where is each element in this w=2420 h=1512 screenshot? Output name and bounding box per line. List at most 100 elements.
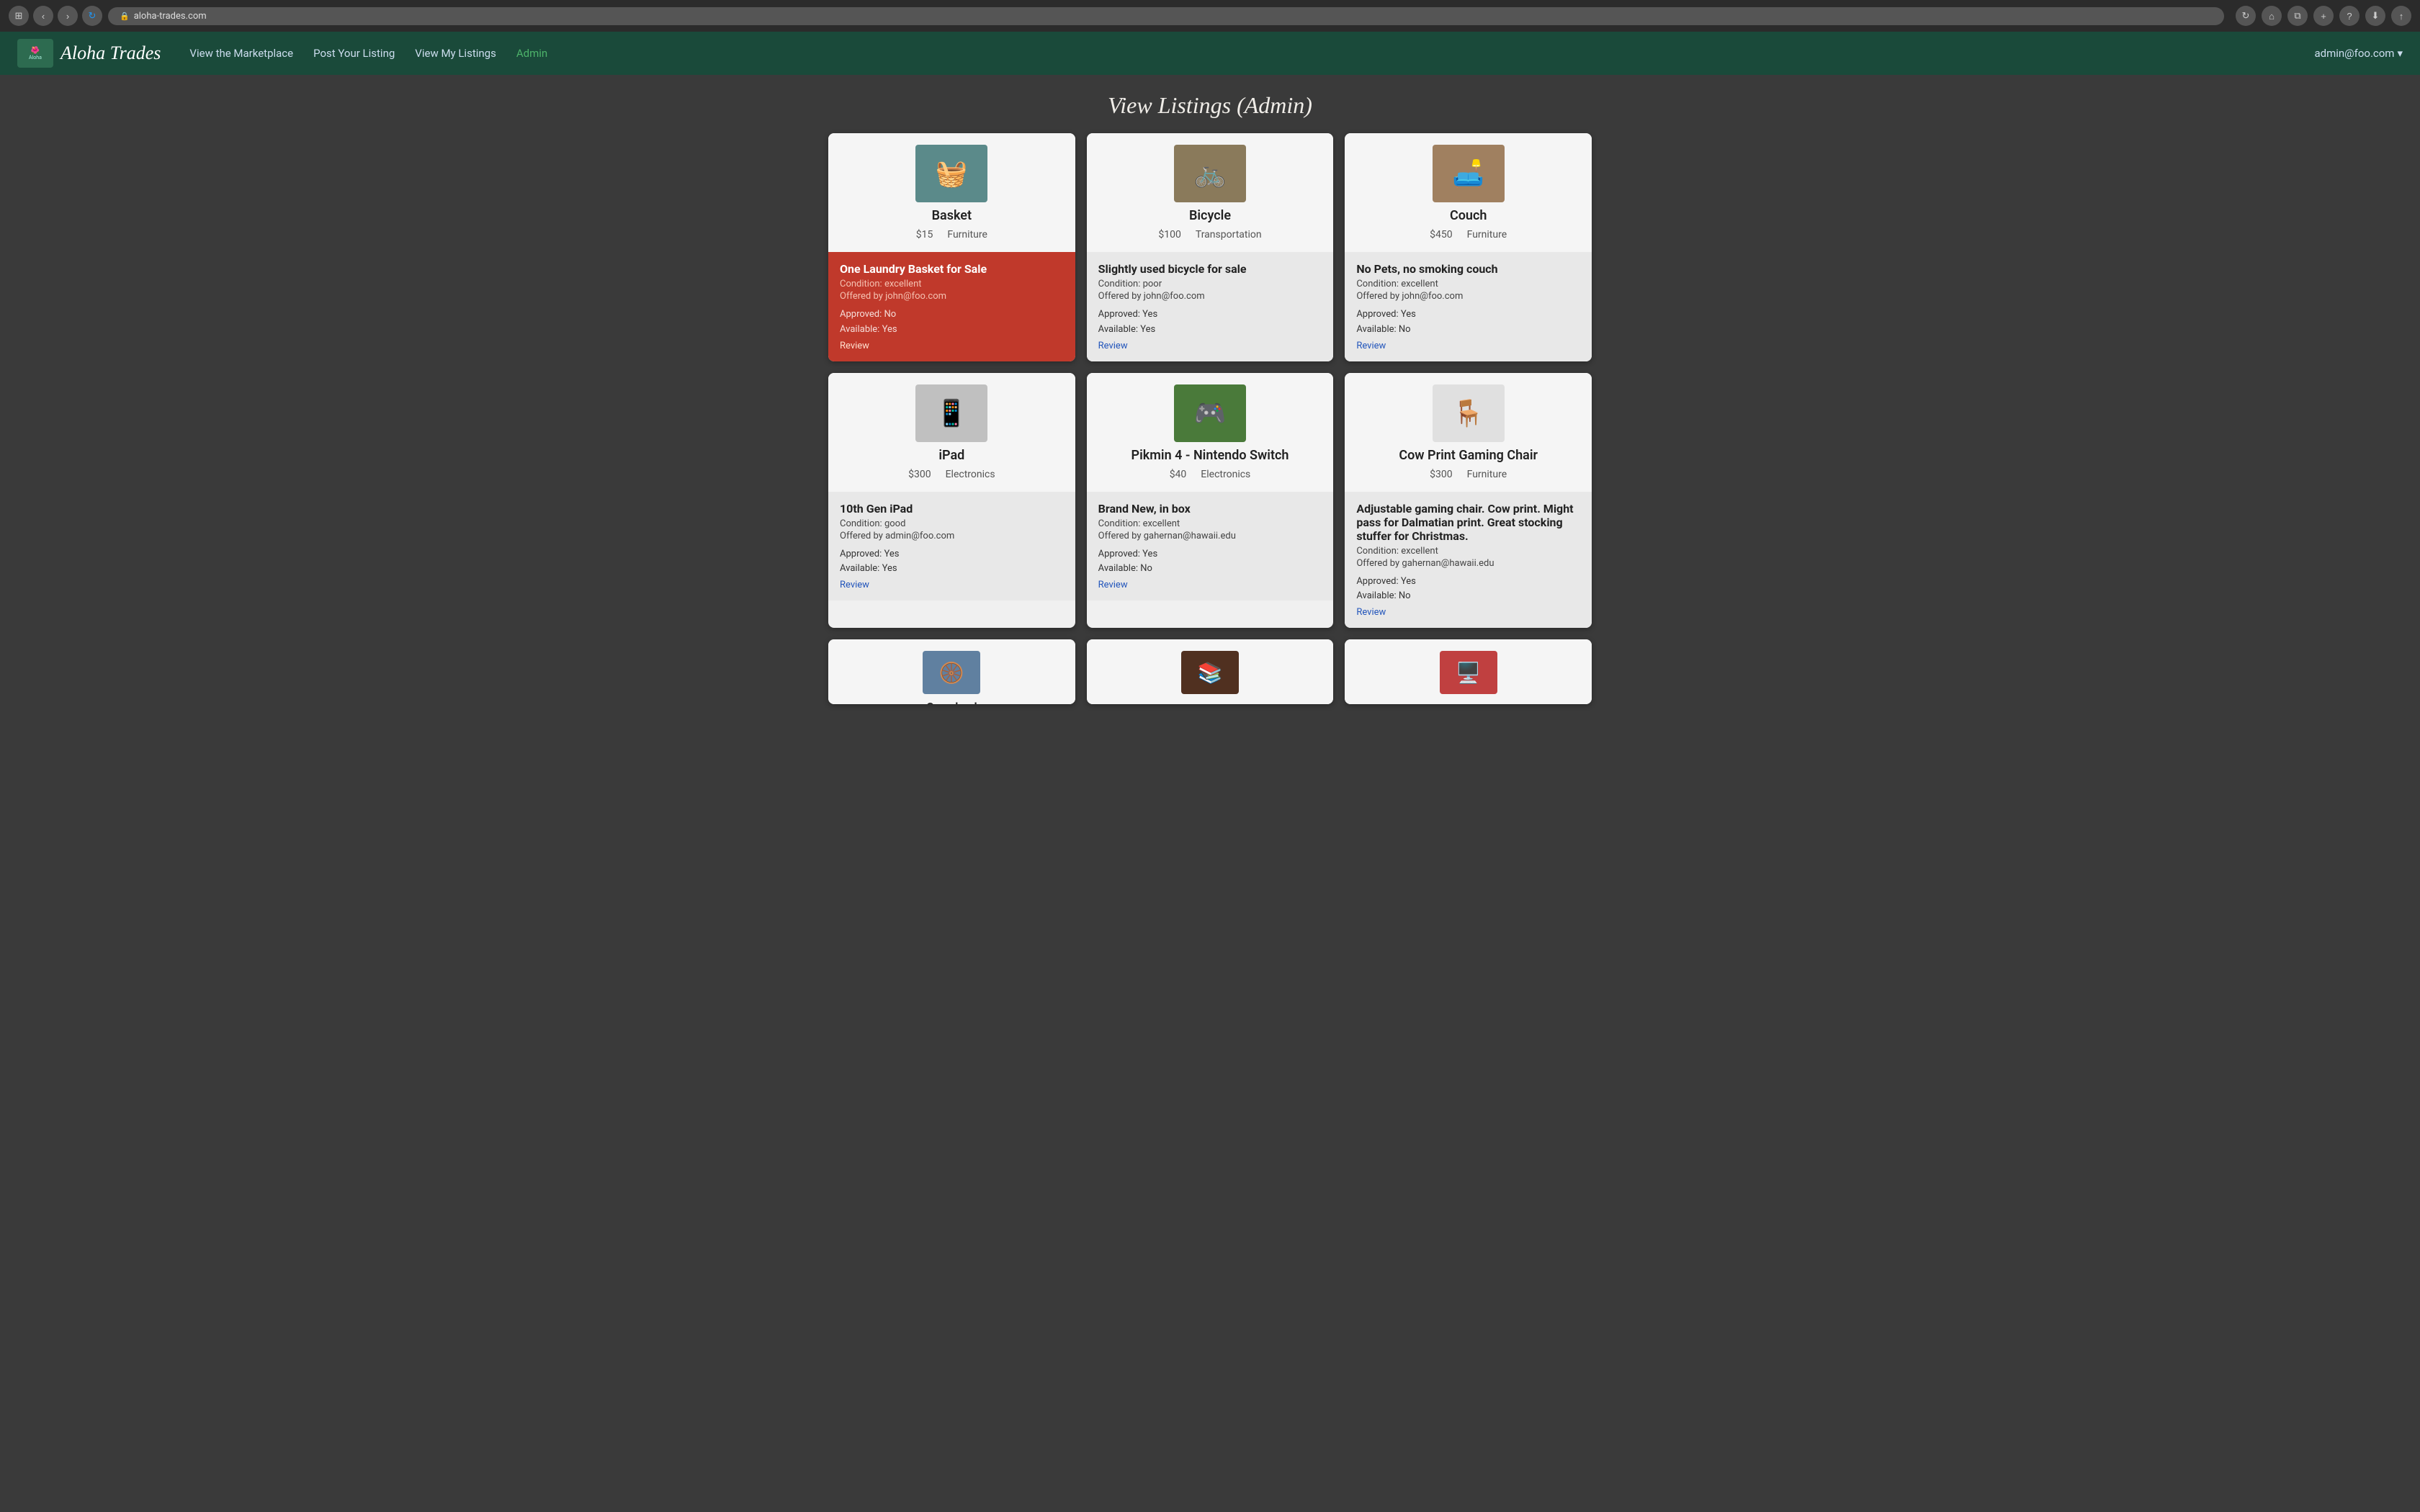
listing-card-couch: 🛋️ Couch $450 Furniture No Pets, no smok…: [1345, 133, 1592, 361]
listing-title-chair: Adjustable gaming chair. Cow print. Migh…: [1356, 502, 1580, 543]
user-email: admin@foo.com: [2314, 47, 2394, 60]
sidebar-toggle-button[interactable]: ⊞: [9, 6, 29, 26]
listing-condition-pikmin: Condition: excellent: [1098, 518, 1322, 529]
price-couch: $450: [1430, 229, 1452, 240]
listing-card-raspberry: 🖥️: [1345, 639, 1592, 704]
url-text: aloha-trades.com: [134, 11, 207, 22]
listing-card-chair: 🪑 Cow Print Gaming Chair $300 Furniture …: [1345, 373, 1592, 629]
card-top-onewheel: 🛞 onewheel: [828, 639, 1075, 704]
review-link-basket[interactable]: Review: [840, 341, 869, 351]
card-top-ipad: 📱 iPad $300 Electronics: [828, 373, 1075, 492]
listing-condition-chair: Condition: excellent: [1356, 546, 1580, 557]
brand-name: Aloha Trades: [60, 42, 161, 64]
help-button[interactable]: ?: [2339, 6, 2360, 26]
listing-offered-ipad: Offered by admin@foo.com: [840, 531, 1064, 541]
price-chair: $300: [1430, 469, 1452, 480]
card-top-raspberry: 🖥️: [1345, 639, 1592, 704]
card-meta-ipad: $300 Electronics: [908, 469, 995, 480]
listing-offered-basket: Offered by john@foo.com: [840, 291, 1064, 302]
listing-title-couch: No Pets, no smoking couch: [1356, 262, 1580, 276]
product-image-couch: 🛋️: [1433, 145, 1505, 202]
brand-logo: 🌺 Aloha: [17, 39, 53, 68]
card-title-ipad: iPad: [938, 448, 964, 463]
card-body-ipad: 10th Gen iPad Condition: good Offered by…: [828, 492, 1075, 601]
page-title-wrap: View Listings (Admin): [0, 75, 2420, 133]
review-link-ipad[interactable]: Review: [840, 580, 869, 590]
product-image-basket: 🧺: [915, 145, 987, 202]
nav-view-marketplace[interactable]: View the Marketplace: [189, 47, 293, 60]
brand[interactable]: 🌺 Aloha Aloha Trades: [17, 39, 161, 68]
refresh-button[interactable]: ↻: [2236, 6, 2256, 26]
listing-offered-bicycle: Offered by john@foo.com: [1098, 291, 1322, 302]
card-body-pikmin: Brand New, in box Condition: excellent O…: [1087, 492, 1334, 601]
category-chair: Furniture: [1467, 469, 1507, 480]
listing-title-bicycle: Slightly used bicycle for sale: [1098, 262, 1322, 276]
category-ipad: Electronics: [946, 469, 995, 480]
card-top-pikmin: 🎮 Pikmin 4 - Nintendo Switch $40 Electro…: [1087, 373, 1334, 492]
home-button[interactable]: ⌂: [2262, 6, 2282, 26]
product-image-bicycle: 🚲: [1174, 145, 1246, 202]
listing-status-ipad: Approved: Yes Available: Yes: [840, 547, 1064, 577]
listing-card-onewheel: 🛞 onewheel: [828, 639, 1075, 704]
listing-condition-bicycle: Condition: poor: [1098, 279, 1322, 289]
share-button[interactable]: ↑: [2391, 6, 2411, 26]
price-pikmin: $40: [1170, 469, 1187, 480]
card-title-basket: Basket: [932, 208, 972, 223]
nav-links: View the Marketplace Post Your Listing V…: [189, 47, 547, 60]
browser-chrome: ⊞ ‹ › ↻ 🔒 aloha-trades.com ↻ ⌂ ⧉ + ? ⬇ ↑: [0, 0, 2420, 32]
card-title-pikmin: Pikmin 4 - Nintendo Switch: [1131, 448, 1289, 463]
card-body-couch: No Pets, no smoking couch Condition: exc…: [1345, 252, 1592, 361]
listing-title-ipad: 10th Gen iPad: [840, 502, 1064, 516]
card-top-couch: 🛋️ Couch $450 Furniture: [1345, 133, 1592, 252]
listing-status-pikmin: Approved: Yes Available: No: [1098, 547, 1322, 577]
tabs-button[interactable]: ⧉: [2287, 6, 2308, 26]
card-meta-bicycle: $100 Transportation: [1158, 229, 1261, 240]
nav-post-listing[interactable]: Post Your Listing: [313, 47, 395, 60]
listing-status-bicycle: Approved: Yes Available: Yes: [1098, 307, 1322, 338]
listing-card-ipad: 📱 iPad $300 Electronics 10th Gen iPad Co…: [828, 373, 1075, 629]
forward-button[interactable]: ›: [58, 6, 78, 26]
category-couch: Furniture: [1467, 229, 1507, 240]
product-image-pikmin: 🎮: [1174, 384, 1246, 442]
reload-button[interactable]: ↻: [82, 6, 102, 26]
listings-grid: 🧺 Basket $15 Furniture One Laundry Baske…: [814, 133, 1606, 733]
nav-view-my-listings[interactable]: View My Listings: [415, 47, 496, 60]
review-link-chair[interactable]: Review: [1356, 607, 1386, 618]
card-title-couch: Couch: [1450, 208, 1487, 223]
card-meta-chair: $300 Furniture: [1430, 469, 1507, 480]
card-title-onewheel: onewheel: [926, 700, 977, 704]
listing-condition-basket: Condition: excellent: [840, 279, 1064, 289]
card-top-bicycle: 🚲 Bicycle $100 Transportation: [1087, 133, 1334, 252]
listing-card-bicycle: 🚲 Bicycle $100 Transportation Slightly u…: [1087, 133, 1334, 361]
listing-title-basket: One Laundry Basket for Sale: [840, 262, 1064, 276]
listing-status-basket: Approved: No Available: Yes: [840, 307, 1064, 338]
new-tab-button[interactable]: +: [2313, 6, 2334, 26]
browser-controls: ⊞ ‹ › ↻: [9, 6, 102, 26]
listing-condition-couch: Condition: excellent: [1356, 279, 1580, 289]
back-button[interactable]: ‹: [33, 6, 53, 26]
listing-status-couch: Approved: Yes Available: No: [1356, 307, 1580, 338]
card-meta-couch: $450 Furniture: [1430, 229, 1507, 240]
card-top-calculus: 📚: [1087, 639, 1334, 704]
nav-user-menu[interactable]: admin@foo.com ▾: [2314, 47, 2403, 60]
address-bar[interactable]: 🔒 aloha-trades.com: [108, 7, 2224, 25]
listing-offered-pikmin: Offered by gahernan@hawaii.edu: [1098, 531, 1322, 541]
card-top-basket: 🧺 Basket $15 Furniture: [828, 133, 1075, 252]
nav-admin[interactable]: Admin: [516, 47, 547, 60]
product-image-calculus: 📚: [1181, 651, 1239, 694]
review-link-couch[interactable]: Review: [1356, 341, 1386, 351]
price-basket: $15: [916, 229, 933, 240]
card-body-chair: Adjustable gaming chair. Cow print. Migh…: [1345, 492, 1592, 629]
category-basket: Furniture: [947, 229, 987, 240]
review-link-bicycle[interactable]: Review: [1098, 341, 1128, 351]
listing-card-pikmin: 🎮 Pikmin 4 - Nintendo Switch $40 Electro…: [1087, 373, 1334, 629]
downloads-button[interactable]: ⬇: [2365, 6, 2385, 26]
card-top-chair: 🪑 Cow Print Gaming Chair $300 Furniture: [1345, 373, 1592, 492]
review-link-pikmin[interactable]: Review: [1098, 580, 1128, 590]
listing-status-chair: Approved: Yes Available: No: [1356, 575, 1580, 605]
listing-offered-chair: Offered by gahernan@hawaii.edu: [1356, 558, 1580, 569]
lock-icon: 🔒: [120, 12, 130, 21]
listing-condition-ipad: Condition: good: [840, 518, 1064, 529]
card-title-bicycle: Bicycle: [1189, 208, 1231, 223]
category-bicycle: Transportation: [1196, 229, 1262, 240]
